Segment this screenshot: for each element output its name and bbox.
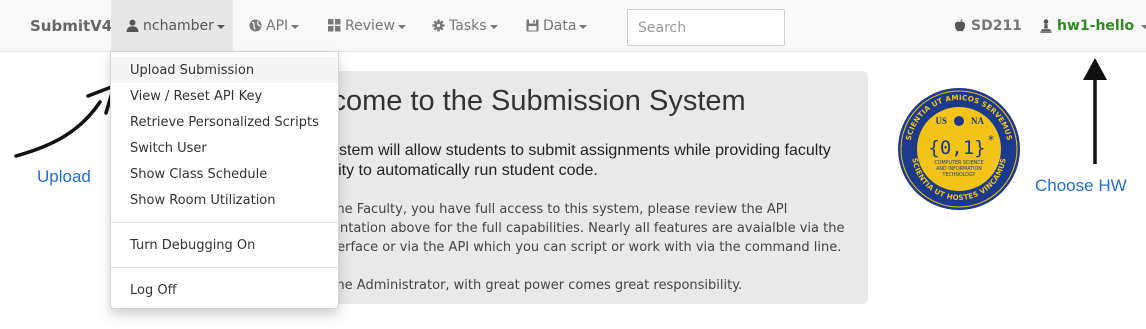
upload-annotation-label: Upload <box>37 167 91 186</box>
search-input[interactable] <box>627 9 785 46</box>
chevron-down-icon <box>397 24 406 29</box>
seal-symbol: {0,1} <box>928 137 985 159</box>
choose-hw-annotation-label: Choose HW <box>1035 176 1127 195</box>
database-icon <box>525 19 539 33</box>
welcome-panel: lcome to the Submission System ystem wil… <box>248 71 868 304</box>
gear-icon <box>431 19 445 33</box>
tasks-menu-toggle[interactable]: Tasks <box>431 0 498 51</box>
menu-item-retrieve-scripts[interactable]: Retrieve Personalized Scripts <box>111 109 338 135</box>
menu-item-class-schedule[interactable]: Show Class Schedule <box>111 161 338 187</box>
tasks-menu-label: Tasks <box>449 17 487 34</box>
assignment-menu-toggle[interactable]: hw1-hello <box>1039 0 1146 51</box>
seal-dept-line: TECHNOLOGY <box>942 172 976 178</box>
section-link[interactable]: SD211 <box>953 0 1022 51</box>
menu-divider <box>111 222 338 223</box>
seal-dept-line: COMPUTER SCIENCE <box>934 160 983 166</box>
grid-icon <box>327 19 341 33</box>
user-icon <box>125 19 139 33</box>
menu-divider <box>111 267 338 268</box>
seal-usna-left: US <box>935 116 947 126</box>
seal-crest-icon <box>954 116 964 126</box>
menu-item-debugging[interactable]: Turn Debugging On <box>111 232 338 258</box>
menu-item-view-reset-api-key[interactable]: View / Reset API Key <box>111 83 338 109</box>
chevron-down-icon <box>579 24 588 29</box>
top-navbar: SubmitV4 nchamber API Review Tasks Data <box>0 0 1146 52</box>
data-menu-label: Data <box>543 17 577 34</box>
menu-item-room-utilization[interactable]: Show Room Utilization <box>111 187 338 213</box>
faculty-paragraph: me Faculty, you have full access to this… <box>332 200 852 257</box>
faculty-line: entation above for the full capabilities… <box>332 221 845 236</box>
welcome-lead-line: ystem will allow students to submit assi… <box>331 142 831 159</box>
seal-star: * <box>988 133 994 147</box>
user-menu-toggle[interactable]: nchamber <box>111 0 233 51</box>
department-seal-logo: SCIENTIA UT AMICOS SERVEMUS SCIENTIA UT … <box>898 88 1020 210</box>
apple-icon <box>953 19 967 33</box>
review-menu-label: Review <box>345 17 395 34</box>
chevron-down-icon <box>1141 24 1146 29</box>
menu-item-upload-submission[interactable]: Upload Submission <box>111 57 338 83</box>
admin-paragraph: me Administrator, with great power comes… <box>332 278 743 293</box>
chevron-down-icon <box>489 24 498 29</box>
chevron-down-icon <box>216 24 225 29</box>
faculty-line: terface or via the API which you can scr… <box>332 240 842 255</box>
menu-item-log-off[interactable]: Log Off <box>111 277 338 303</box>
welcome-lead: ystem will allow students to submit assi… <box>331 141 851 181</box>
globe-icon <box>248 19 262 33</box>
user-dropdown-menu: Upload Submission View / Reset API Key R… <box>110 51 339 309</box>
welcome-lead-line: ility to automatically run student code. <box>331 162 598 179</box>
section-label: SD211 <box>971 17 1022 34</box>
choose-hw-arrow-annotation <box>1083 58 1107 164</box>
brand-link[interactable]: SubmitV4 <box>30 0 112 51</box>
faculty-line: me Faculty, you have full access to this… <box>332 202 788 217</box>
welcome-title: lcome to the Submission System <box>325 85 746 117</box>
api-menu-toggle[interactable]: API <box>248 0 300 51</box>
menu-item-switch-user[interactable]: Switch User <box>111 135 338 161</box>
chess-pawn-icon <box>1039 18 1053 33</box>
assignment-label: hw1-hello <box>1057 17 1135 34</box>
review-menu-toggle[interactable]: Review <box>327 0 406 51</box>
data-menu-toggle[interactable]: Data <box>525 0 588 51</box>
seal-dept-line: AND INFORMATION <box>936 166 982 172</box>
api-menu-label: API <box>266 17 289 34</box>
user-menu-label: nchamber <box>143 17 214 34</box>
chevron-down-icon <box>291 24 300 29</box>
seal-usna-right: NA <box>971 116 984 126</box>
